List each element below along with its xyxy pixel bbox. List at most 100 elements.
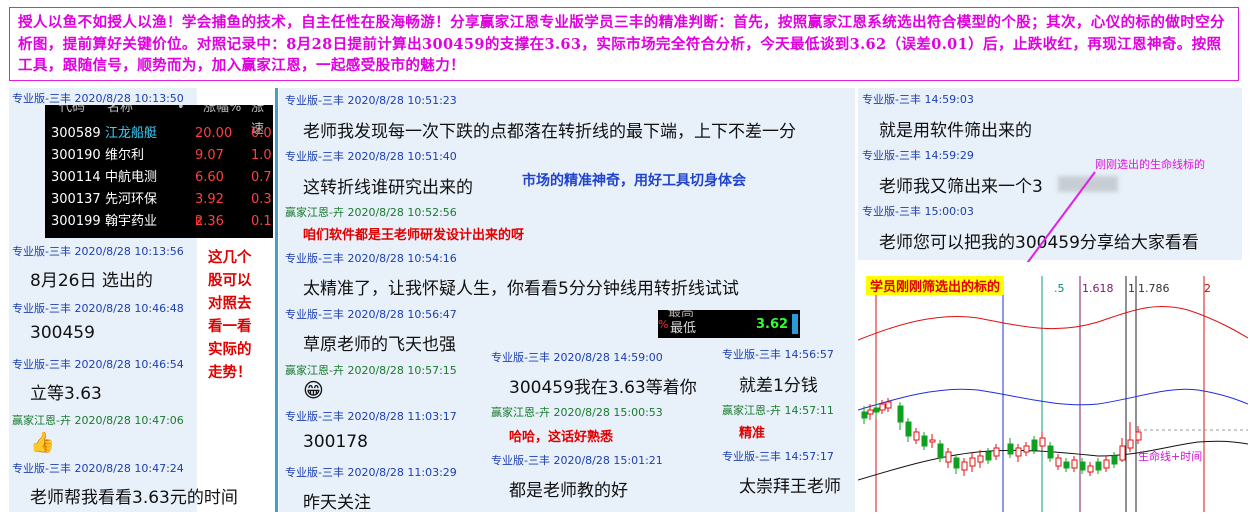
stock-code: 300190: [51, 148, 101, 163]
candle-body: [945, 451, 952, 463]
candle-body: [1119, 445, 1126, 461]
candle-body: [1039, 437, 1046, 447]
candle-body: [953, 457, 960, 469]
stock-flag: R: [195, 216, 202, 227]
message-header: 专业版-三丰 2020/8/28 10:56:47: [285, 308, 457, 321]
fib-label: 1: [1128, 282, 1135, 295]
stock-speed: 1.0: [251, 148, 272, 163]
stock-speed: 0.1: [251, 214, 272, 229]
candle-body: [1015, 447, 1022, 457]
chart-badge: 学员刚刚筛选出的标的: [866, 276, 1005, 295]
message-text: 精准: [739, 426, 766, 441]
stock-change: 6.60: [195, 170, 224, 185]
message-header: 专业版-三丰 2020/8/28 10:46:54: [12, 358, 184, 371]
candle-body: [913, 431, 920, 441]
message-header: 专业版-三丰 14:59:29: [862, 149, 974, 162]
note-line: 这几个: [208, 249, 252, 266]
message-header: 专业版-三丰 2020/8/28 10:54:16: [285, 252, 457, 265]
message-text: 哈哈，这话好熟悉: [509, 430, 614, 445]
message-text: 老师帮我看看3.63元的时间: [30, 488, 238, 508]
candle-body: [897, 405, 904, 423]
stock-row[interactable]: 300114 中航电测 6.60 0.7: [45, 167, 273, 189]
candle-body: [929, 439, 936, 443]
stock-code: 300137: [51, 192, 101, 207]
candle-body: [1007, 443, 1014, 455]
stock-row[interactable]: 300589 江龙船艇 20.00 0.0: [45, 123, 273, 145]
stock-chart[interactable]: 学员刚刚筛选出的标的 .5 1.618 1 1.786 2 生命线+时间: [857, 262, 1249, 512]
candle-body: [867, 409, 874, 415]
stock-name: 翰宇药业: [105, 214, 158, 229]
panel-divider: [275, 88, 278, 512]
stock-row[interactable]: 300190 维尔利 9.07 1.0: [45, 145, 273, 167]
message-header: 赢家江恩-卉 2020/8/28 10:52:56: [285, 206, 457, 219]
message-header: 赢家江恩-卉 2020/8/28 10:47:06: [12, 414, 184, 427]
col-header-change: 涨幅%: [203, 105, 242, 115]
candle-body: [1095, 461, 1102, 471]
message-header: 专业版-三丰 2020/8/28 10:47:24: [12, 462, 184, 475]
promo-banner: 授人以鱼不如授人以渔！学会捕鱼的技术，自主任性在股海畅游！分享赢家江恩专业版学员…: [9, 7, 1239, 81]
stock-name: 先河环保: [105, 192, 158, 207]
message-header: 专业版-三丰 2020/8/28 10:46:48: [12, 302, 184, 315]
message-header: 赢家江恩-卉 14:57:11: [722, 404, 834, 417]
candle-body: [921, 435, 928, 447]
candle-body: [879, 403, 886, 411]
message-text: 都是老师教的好: [509, 481, 628, 501]
message-text: 这转折线谁研究出来的: [303, 178, 473, 198]
note-line: 对照去: [208, 295, 252, 312]
candle-body: [1047, 445, 1054, 459]
stock-change: 20.00: [195, 126, 233, 141]
stock-code: 300114: [51, 170, 101, 185]
percent-icon: %: [658, 318, 669, 331]
candle-body: [977, 455, 984, 463]
candle-body: [961, 461, 968, 471]
stock-code: 300199: [51, 214, 101, 229]
grin-emoji-icon: 😁: [303, 378, 324, 402]
candle-body: [993, 447, 1000, 457]
mini-quote-marker: [792, 314, 798, 334]
stock-row[interactable]: 300137 先河环保 3.92 0.3: [45, 189, 273, 211]
candle-body: [1135, 431, 1142, 441]
message-header: 专业版-三丰 2020/8/28 14:59:00: [491, 351, 663, 364]
stock-row[interactable]: 300199 翰宇药业 2.36 R 0.1: [45, 211, 273, 233]
candle-body: [905, 421, 912, 437]
message-text: 老师我发现每一次下跌的点都落在转折线的最下端，上下不差一分: [303, 122, 796, 142]
stock-table-header: 代码 名称 • 涨幅% 涨速: [45, 105, 273, 137]
message-text: 立等3.63: [30, 384, 102, 404]
stock-change: 9.07: [195, 148, 224, 163]
note-line: 股可以: [208, 272, 252, 289]
thumbs-up-icon: 👍: [30, 430, 55, 454]
message-header: 专业版-三丰 2020/8/28 10:13:50: [12, 92, 184, 105]
stock-name: 中航电测: [105, 170, 158, 185]
message-header: 专业版-三丰 2020/8/28 10:51:40: [285, 150, 457, 163]
message-header: 赢家江恩-卉 2020/8/28 10:57:15: [285, 364, 457, 377]
candle-body: [1071, 459, 1078, 469]
candle-body: [1127, 439, 1134, 449]
stock-list-table: 代码 名称 • 涨幅% 涨速 300589 江龙船艇 20.00 0.0 300…: [45, 105, 273, 238]
candle-body: [1023, 445, 1030, 453]
message-header: 专业版-三丰 2020/8/28 11:03:29: [285, 466, 457, 479]
candle-body: [873, 407, 880, 413]
note-market-precision: 市场的精准神奇，用好工具切身体会: [522, 173, 746, 189]
message-header: 专业版-三丰 14:57:17: [722, 450, 834, 463]
chart-badge-text: 学员刚刚筛选出的标的: [870, 280, 1001, 295]
message-header: 专业版-三丰 2020/8/28 11:03:17: [285, 410, 457, 423]
chart-legend: 生命线+时间: [1138, 450, 1203, 463]
candle-body: [1079, 461, 1086, 471]
note-compare-stocks: 这几个 股可以 对照去 看一看 实际的 走势！: [208, 246, 274, 384]
note-line: 看一看: [208, 318, 252, 335]
mini-quote-box: 最高 % 最低 3.62: [658, 310, 800, 338]
col-header-code: 代码: [59, 105, 86, 115]
stock-name: 维尔利: [105, 148, 145, 163]
candle-body: [937, 443, 944, 459]
message-header: 赢家江恩-卉 2020/8/28 15:00:53: [491, 406, 663, 419]
message-header: 专业版-三丰 2020/8/28 15:01:21: [491, 454, 663, 467]
mini-quote-label: 最低: [670, 321, 697, 336]
message-text: 咱们软件都是王老师研发设计出来的呀: [303, 228, 525, 243]
candle-body: [985, 451, 992, 461]
candle-body: [969, 457, 976, 467]
candle-body: [885, 401, 892, 409]
candle-body: [1087, 465, 1094, 473]
message-text: 太崇拜王老师: [739, 477, 841, 497]
message-text: 昨天关注: [303, 493, 371, 513]
message-header: 专业版-三丰 14:59:03: [862, 93, 974, 106]
